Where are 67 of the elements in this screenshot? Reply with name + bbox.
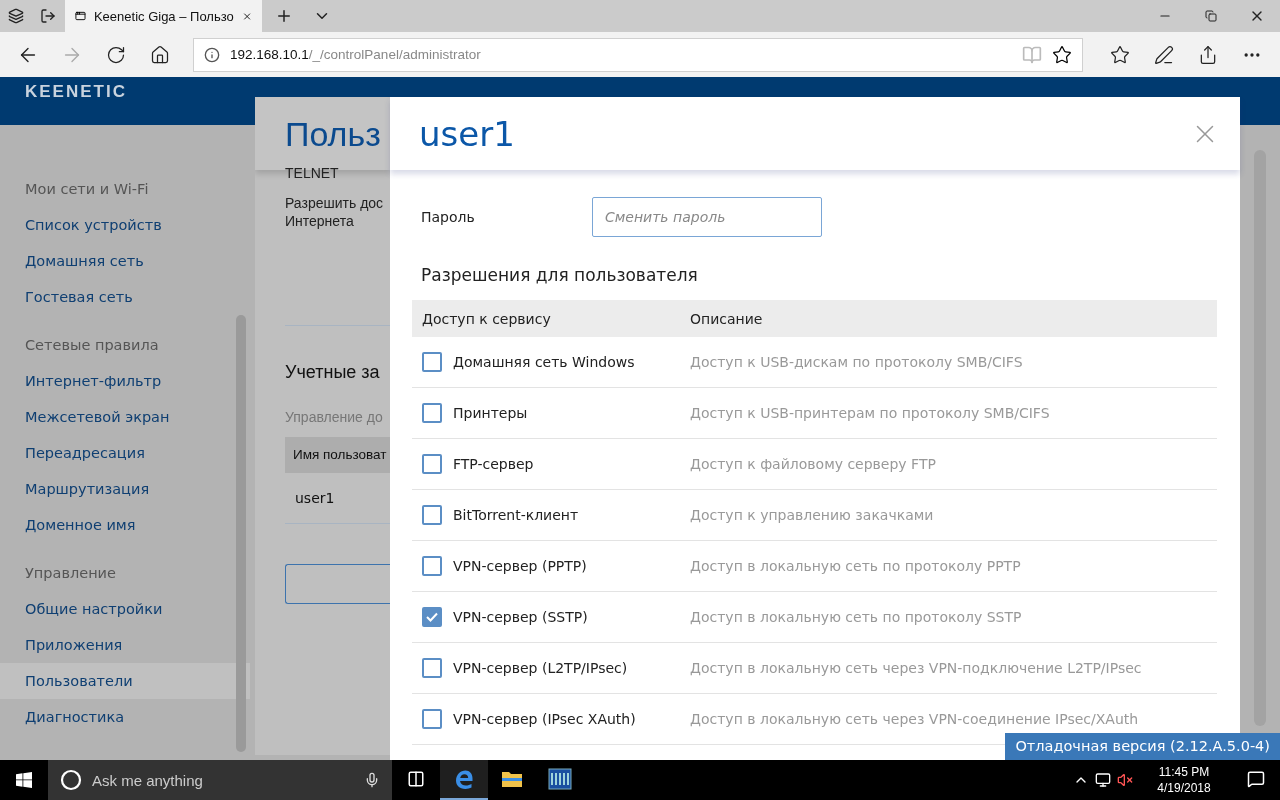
sidebar-item[interactable]: Домашняя сеть [0,243,250,279]
sidebar-item[interactable]: Доменное имя [0,507,250,543]
field-label: Пароль [420,209,476,225]
dialog-title: user1 [419,113,515,154]
checkbox[interactable] [422,607,442,627]
service-description: Доступ в локальную сеть по протоколу SSTP [690,609,1022,625]
sidebar-item[interactable]: Общие настройки [0,591,250,627]
sidebar-item[interactable]: Список устройств [0,207,250,243]
column-header: Доступ к сервису [422,310,552,327]
section-title: Учетные за [285,362,381,383]
service-name: VPN-сервер (PPTP) [453,558,588,574]
service-name: VPN-сервер (L2TP/IPsec) [453,660,629,676]
url-text: 192.168.10.1/_/controlPanel/administrator [230,47,482,62]
info-icon [204,46,220,63]
checkbox[interactable] [422,658,442,678]
service-description: Доступ к USB-принтерам по протоколу SMB/CIFS [690,405,1050,421]
sidebar-item[interactable]: Маршрутизация [0,471,250,507]
setting-title: TELNET [285,164,340,182]
debug-version-badge: Отладочная версия (2.12.A.5.0-4) [1005,733,1280,760]
address-field[interactable]: 192.168.10.1/_/controlPanel/administrator [193,37,1083,72]
microphone-icon[interactable] [364,772,380,788]
page-title: Польз [285,117,382,151]
sidebar-item[interactable]: Приложения [0,627,250,663]
sidebar-section-title: Управление [24,564,117,583]
browser-app-icon[interactable] [440,760,488,800]
service-name: Принтеры [453,405,529,421]
service-description: Доступ в локальную сеть через VPN-соединение IPsec/XAuth [690,711,1139,727]
sidebar-item[interactable]: Диагностика [0,699,250,735]
sidebar-item[interactable]: Межсетевой экран [0,399,250,435]
service-description: Доступ в локальную сеть по протоколу PPTP [690,558,1021,574]
checkbox[interactable] [422,403,442,423]
service-name: BitTorrent-клиент [453,507,580,523]
check-icon [426,612,438,622]
search-field[interactable]: Ask me anything [48,760,392,800]
sidebar-section-title: Мои сети и Wi-Fi [24,180,150,199]
section-title: Разрешения для пользователя [421,265,699,285]
table-header: Имя пользоват [285,437,390,473]
sidebar-section-title: Сетевые правила [24,336,160,355]
tab-title: Keenetic Giga – Пользо [93,8,234,24]
section-hint: Управление до [285,409,384,425]
checkbox[interactable] [422,352,442,372]
circle-icon [60,769,82,791]
checkbox[interactable] [422,709,442,729]
clock[interactable]: 11:45 PM 4/19/2018 [1144,764,1224,796]
password-field[interactable]: Сменить пароль [592,197,822,237]
star-icon[interactable] [1052,44,1072,65]
service-description: Доступ в локальную сеть через VPN-подключение L2TP/IPsec [690,660,1142,676]
service-name: FTP-сервер [453,456,535,472]
service-description: Доступ к USB-дискам по протоколу SMB/CIFS [690,354,1023,370]
setting-label: Разрешить дос [285,194,385,212]
checkbox[interactable] [422,505,442,525]
sidebar-item[interactable]: Переадресация [0,435,250,471]
sidebar-item[interactable]: Интернет-фильтр [0,363,250,399]
service-name: Домашняя сеть Windows [453,354,636,370]
service-name: VPN-сервер (SSTP) [453,609,589,625]
setting-label: Интернета [285,212,355,230]
checkbox[interactable] [422,556,442,576]
column-header: Описание [690,310,763,327]
logo: KEENETIC [25,82,127,101]
scrollbar-thumb[interactable] [236,315,246,752]
sidebar-item[interactable]: Гостевая сеть [0,279,250,315]
checkbox[interactable] [422,454,442,474]
service-description: Доступ к файловому серверу FTP [690,456,936,472]
sidebar-item[interactable]: Пользователи [0,663,250,699]
service-description: Доступ к управлению закачками [690,507,934,523]
browser-tab[interactable]: Keenetic Giga – Пользо [65,0,262,32]
service-name: VPN-сервер (IPsec XAuth) [453,711,637,727]
